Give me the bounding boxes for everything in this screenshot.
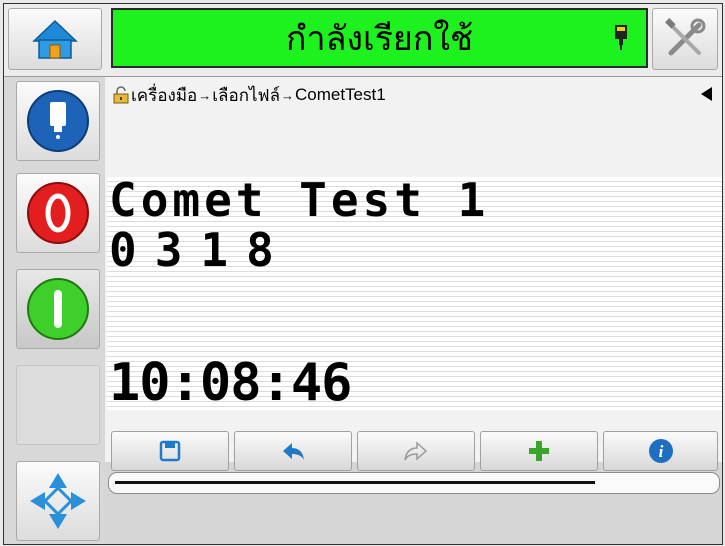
breadcrumb-separator: → xyxy=(198,87,212,103)
ink-cartridge-icon xyxy=(27,90,89,152)
breadcrumb-separator: → xyxy=(280,87,294,103)
message-preview[interactable]: Comet Test 1 0318 10:08:46 xyxy=(107,177,722,410)
add-button[interactable] xyxy=(480,431,598,471)
navigation-button[interactable] xyxy=(16,461,100,541)
info-button[interactable]: i xyxy=(603,431,718,471)
breadcrumb-item-file: CometTest1 xyxy=(294,85,386,104)
stop-button[interactable] xyxy=(16,173,100,253)
home-icon xyxy=(32,19,78,59)
bottom-toolbar: i xyxy=(105,429,722,544)
message-content-area: เครื่องมือ → เลือกไฟล์ → CometTest1 Come… xyxy=(105,77,722,494)
info-icon: i xyxy=(648,439,673,463)
stop-icon xyxy=(27,182,89,244)
breadcrumb: เครื่องมือ → เลือกไฟล์ → CometTest1 xyxy=(113,83,386,107)
tools-button[interactable] xyxy=(652,8,718,70)
save-button[interactable] xyxy=(111,431,229,471)
redo-button xyxy=(357,431,475,471)
empty-slot xyxy=(16,365,100,445)
top-bar: กำลังเรียกใช้ xyxy=(4,4,722,77)
ink-system-button[interactable] xyxy=(16,81,100,161)
start-button[interactable] xyxy=(16,269,100,349)
screen-frame: กำลังเรียกใช้ เครื่องมือ → เลือกไฟล์ → C… xyxy=(3,3,723,545)
navigation-arrows-icon xyxy=(30,473,86,529)
tools-icon xyxy=(665,18,706,56)
lock-icon xyxy=(113,86,129,104)
undo-button[interactable] xyxy=(234,431,352,471)
svg-text:i: i xyxy=(658,442,663,461)
status-banner: กำลังเรียกใช้ xyxy=(111,8,648,68)
status-text: กำลังเรียกใช้ xyxy=(285,19,474,59)
message-line-date: 0318 xyxy=(109,223,292,277)
undo-icon xyxy=(283,443,304,460)
ink-level-icon xyxy=(615,25,627,50)
breadcrumb-item-select-file[interactable]: เลือกไฟล์ xyxy=(212,82,280,109)
collapse-arrow-icon[interactable] xyxy=(700,86,714,102)
save-icon xyxy=(159,440,181,462)
add-icon xyxy=(529,441,549,461)
start-icon xyxy=(27,278,89,340)
redo-icon xyxy=(404,441,428,461)
message-line-time: 10:08:46 xyxy=(109,353,352,413)
message-line-text: Comet Test 1 xyxy=(109,173,490,227)
home-button[interactable] xyxy=(8,8,102,70)
breadcrumb-item-tools[interactable]: เครื่องมือ xyxy=(131,82,197,109)
printer-screen: กำลังเรียกใช้ เครื่องมือ → เลือกไฟล์ → C… xyxy=(0,0,725,546)
left-control-column xyxy=(4,77,104,544)
